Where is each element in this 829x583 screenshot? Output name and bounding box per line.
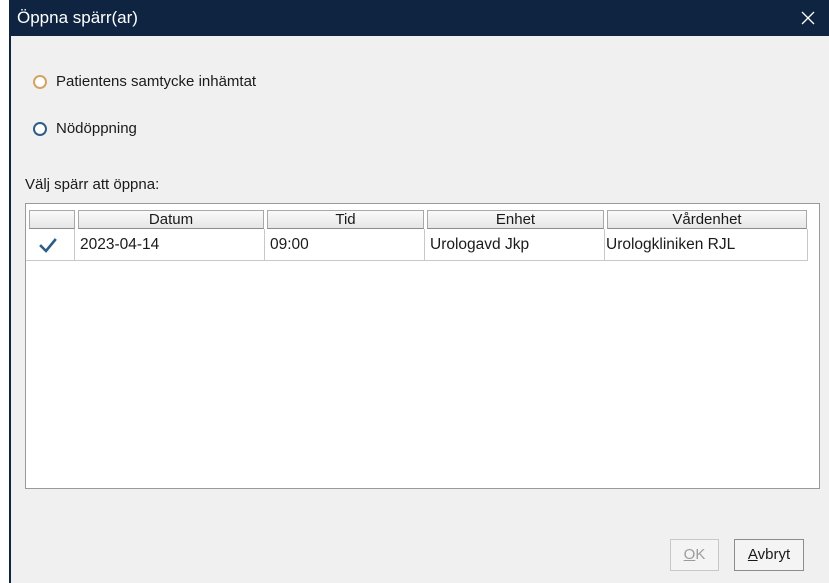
cancel-button[interactable]: Avbryt: [734, 539, 804, 571]
radio-consent-indicator[interactable]: [33, 74, 47, 89]
column-header-enhet[interactable]: Enhet: [427, 210, 604, 229]
close-icon: [801, 11, 815, 25]
row-check-cell[interactable]: [26, 229, 75, 261]
checkmark-icon[interactable]: [39, 237, 57, 255]
cell-enhet: Urologavd Jkp: [425, 229, 605, 261]
cancel-mnemonic: A: [747, 546, 758, 563]
dialog-window: Öppna spärr(ar) Patientens samtycke inhä…: [9, 0, 829, 583]
radio-consent-label: Patientens samtycke inhämtat: [56, 73, 257, 90]
column-header-vardenhet[interactable]: Vårdenhet: [607, 210, 807, 229]
ok-label-rest: K: [695, 546, 706, 563]
radio-emergency-indicator[interactable]: [33, 121, 47, 136]
table-label: Välj spärr att öppna:: [25, 176, 160, 193]
title-bar: Öppna spärr(ar): [11, 0, 829, 36]
cell-vardenhet: Urologkliniken RJL: [605, 229, 808, 261]
radio-emergency[interactable]: Nödöppning: [33, 120, 137, 137]
ok-button[interactable]: OK: [670, 539, 719, 571]
cell-datum: 2023-04-14: [75, 229, 265, 261]
column-header-check[interactable]: [29, 210, 75, 229]
cell-tid: 09:00: [265, 229, 425, 261]
ok-mnemonic: O: [683, 546, 696, 563]
radio-emergency-label: Nödöppning: [56, 120, 137, 137]
column-header-tid[interactable]: Tid: [267, 210, 424, 229]
radio-consent[interactable]: Patientens samtycke inhämtat: [33, 73, 256, 90]
block-table: Datum Tid Enhet Vårdenhet 2023-04-14 09:…: [25, 203, 820, 489]
dialog-title: Öppna spärr(ar): [17, 8, 138, 27]
background-strip: [0, 0, 9, 583]
close-button[interactable]: [789, 0, 827, 36]
column-header-datum[interactable]: Datum: [78, 210, 264, 229]
cancel-label-rest: vbryt: [757, 546, 791, 563]
